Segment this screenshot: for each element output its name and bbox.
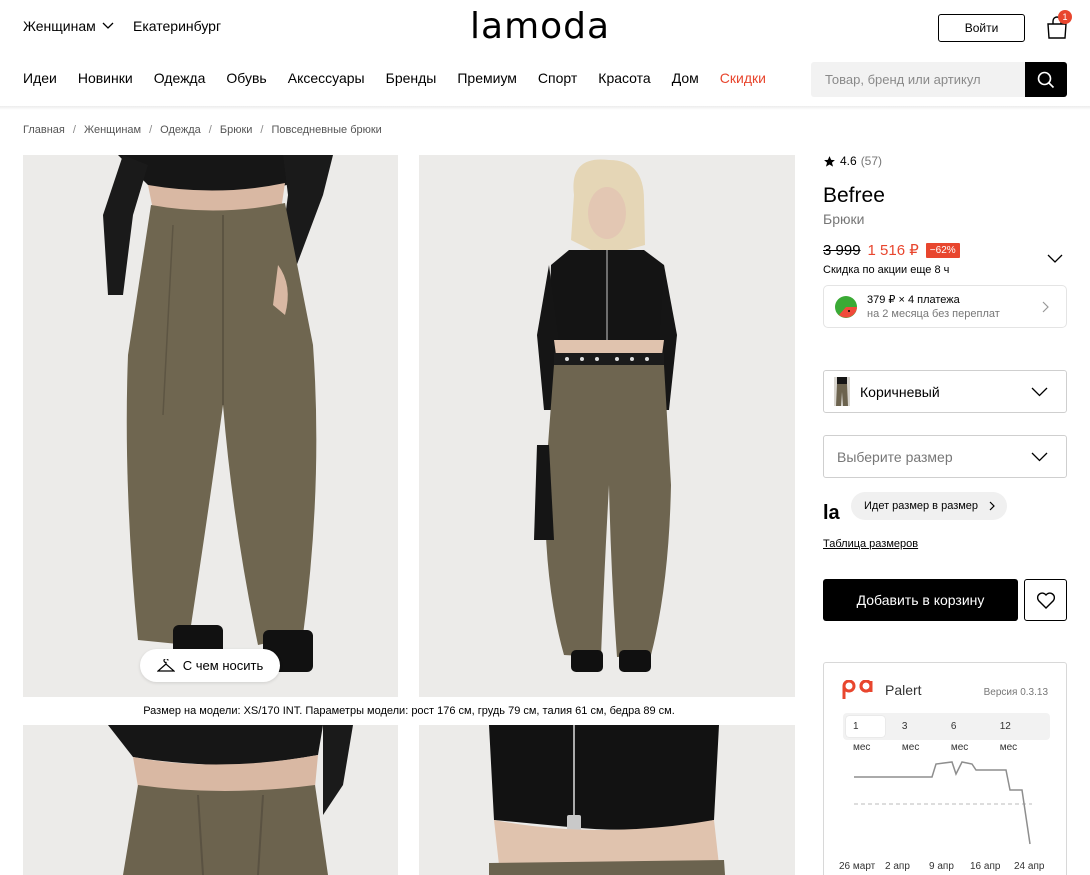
palert-logo: Palert [841,680,922,700]
split-payment-amount: 379 ₽ × 4 платежа [867,294,960,306]
price-history-line [854,761,1031,845]
search-input[interactable] [811,62,1025,97]
brand-name[interactable]: Befree [823,184,885,208]
breadcrumb-item-trousers[interactable]: Брюки [220,124,253,136]
discount-badge: −62% [925,242,960,258]
lamoda-logo[interactable]: lamoda [470,6,610,47]
nav-item-brands[interactable]: Бренды [386,70,437,86]
city-selector[interactable]: Екатеринбург [133,18,221,34]
search-button[interactable] [1025,62,1067,97]
palert-name: Palert [885,682,922,698]
palert-logo-icon [842,680,873,699]
x-label-1: 2 апр [885,861,910,872]
chevron-down-icon[interactable] [1047,254,1063,264]
x-label-4: 24 апр [1014,861,1045,872]
size-fit-label: Идет размер в размер [864,500,979,512]
breadcrumb-item-women[interactable]: Женщинам [84,124,141,136]
product-rating[interactable]: 4.6 (57) [823,154,882,168]
chevron-down-icon [1031,452,1048,462]
tab-12-months[interactable]: 12 мес [993,716,1037,753]
nav-item-ideas[interactable]: Идеи [23,70,57,86]
favorite-button[interactable] [1024,579,1067,621]
palert-price-widget: Palert Версия 0.3.13 1 мес 3 мес 6 мес 1… [823,662,1067,875]
tab-3-months[interactable]: 3 мес [895,716,934,753]
chevron-right-icon [989,501,995,511]
what-to-wear-label: С чем носить [182,658,264,673]
size-placeholder: Выберите размер [837,448,953,465]
breadcrumb-item-home[interactable]: Главная [23,124,65,136]
top-bar: Женщинам Екатеринбург lamoda Войти 1 [0,0,1090,56]
size-table-link[interactable]: Таблица размеров [823,538,918,550]
x-label-3: 16 апр [970,861,1001,872]
promo-timer: Скидка по акции еще 8 ч [823,264,950,276]
cart-count-badge: 1 [1058,10,1072,24]
x-label-2: 9 апр [929,861,954,872]
header-divider [0,106,1090,110]
palert-version: Версия 0.3.13 [983,687,1048,698]
product-category: Брюки [823,211,865,227]
gender-label: Женщинам [23,18,96,34]
size-fit-hint[interactable]: Идет размер в размер [851,492,1007,520]
what-to-wear-button[interactable]: С чем носить [140,649,280,682]
hanger-icon [156,658,175,672]
size-selector[interactable]: Выберите размер [823,435,1067,478]
login-button[interactable]: Войти [938,14,1025,42]
model-photo-illustration [23,725,398,875]
nav-item-home[interactable]: Дом [672,70,699,86]
chevron-down-icon [1031,387,1048,397]
new-price: 1 516 ₽ [867,242,919,259]
breadcrumb-item-casual-trousers[interactable]: Повседневные брюки [271,124,381,136]
main-nav: Идеи Новинки Одежда Обувь Аксессуары Бре… [23,70,787,86]
product-photo-4[interactable] [419,725,795,875]
nav-item-new[interactable]: Новинки [78,70,133,86]
nav-item-sale[interactable]: Скидки [720,70,766,86]
color-selector[interactable]: Коричневый [823,370,1067,413]
price-block: 3 999 1 516 ₽ −62% [823,241,960,259]
breadcrumb-item-clothing[interactable]: Одежда [160,124,201,136]
model-params: Размер на модели: XS/170 INT. Параметры … [143,705,675,717]
tab-1-month[interactable]: 1 мес [846,716,885,753]
model-photo-illustration [419,725,795,875]
heart-icon [1036,592,1055,609]
gender-selector[interactable]: Женщинам [23,18,114,34]
tab-6-months[interactable]: 6 мес [944,716,983,753]
selected-color: Коричневый [860,383,940,400]
nav-item-clothing[interactable]: Одежда [154,70,206,86]
period-tabs: 1 мес 3 мес 6 мес 12 мес [843,713,1050,753]
color-swatch-thumbnail [834,377,850,406]
chevron-down-icon [102,22,114,29]
nav-item-accessories[interactable]: Аксессуары [288,70,365,86]
product-photo-1[interactable] [23,155,398,697]
nav-item-shoes[interactable]: Обувь [226,70,266,86]
x-label-0: 26 март [839,861,876,872]
watermelon-icon [835,296,857,318]
star-icon [824,155,835,167]
nav-item-beauty[interactable]: Красота [598,70,650,86]
reviews-count: (57) [860,154,883,168]
search-icon [1037,71,1055,88]
breadcrumb: Главная / Женщинам / Одежда / Брюки / Повсед… [23,124,382,136]
product-photo-3[interactable] [23,725,398,875]
model-photo-illustration [419,155,795,697]
chevron-right-icon [1042,301,1049,313]
split-payment-terms: на 2 месяца без переплат [867,308,1000,320]
nav-item-premium[interactable]: Премиум [457,70,517,86]
price-history-chart: 26 март 2 апр 9 апр 16 апр 24 апр [839,761,1045,872]
nav-item-sport[interactable]: Спорт [538,70,577,86]
rating-value: 4.6 [840,154,857,168]
old-price: 3 999 [823,241,861,259]
add-to-cart-button[interactable]: Добавить в корзину [823,579,1018,621]
model-photo-illustration [23,155,398,697]
product-photo-2[interactable] [419,155,795,697]
lamoda-fit-badge: la [823,502,840,524]
split-payment-banner[interactable]: 379 ₽ × 4 платежа на 2 месяца без перепл… [823,285,1067,328]
